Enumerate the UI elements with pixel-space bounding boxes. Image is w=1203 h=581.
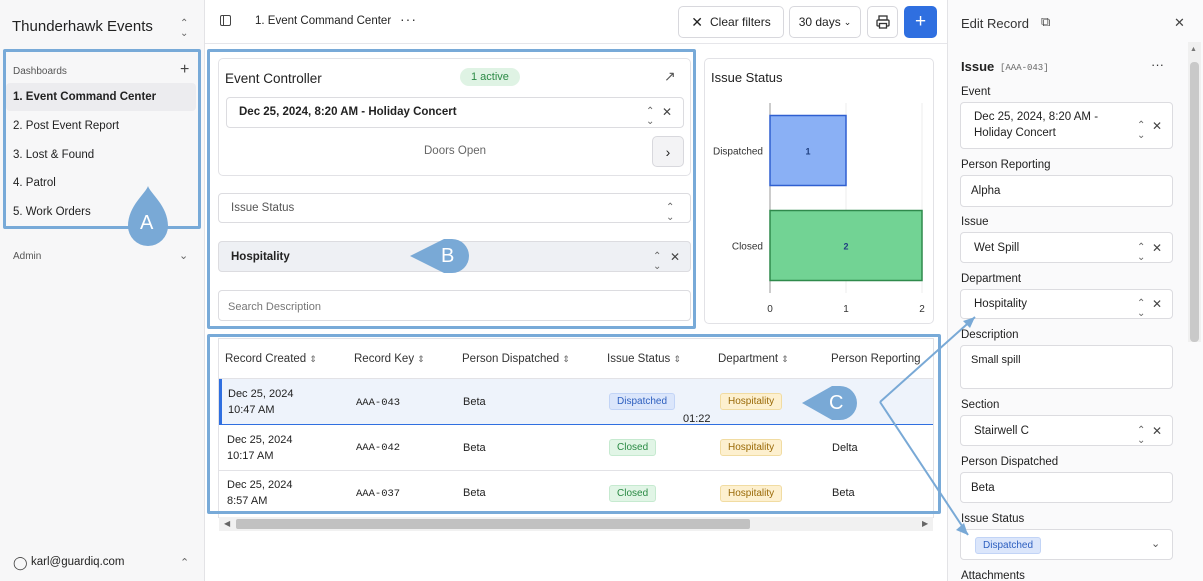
callout-line-department <box>879 316 976 403</box>
callout-pointer-b <box>410 239 469 273</box>
callout-pointers <box>128 186 976 536</box>
callout-label-c: C <box>829 392 844 414</box>
callout-line-issue-status <box>879 401 969 536</box>
callout-label-b: B <box>441 245 455 267</box>
callout-arrowhead-issue-status <box>956 523 968 535</box>
callout-label-a: A <box>140 212 154 234</box>
